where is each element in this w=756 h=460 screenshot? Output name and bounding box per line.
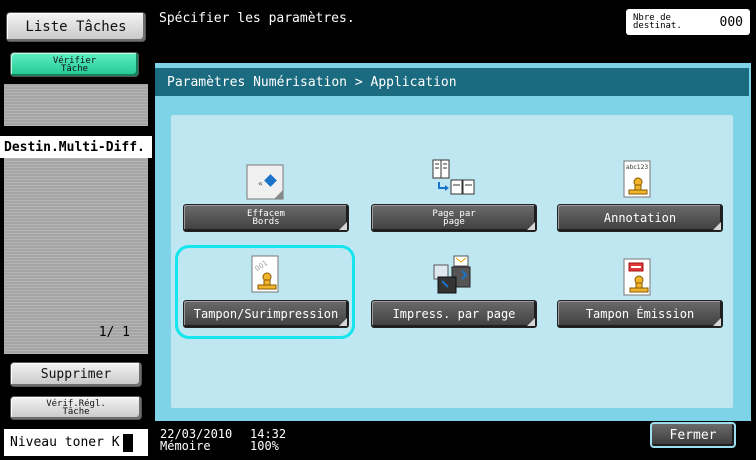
- destination-count-value: 000: [719, 14, 743, 30]
- toner-level-indicator: Niveau toner K: [4, 429, 148, 456]
- left-panel-top-area: [4, 84, 148, 126]
- stamp-overlay-icon: 001: [251, 255, 279, 293]
- multi-destination-label: Destin.Multi-Diff.: [0, 136, 152, 158]
- check-job-settings-button[interactable]: Vérif.Régl. Tâche: [10, 396, 142, 420]
- left-panel: Liste Tâches Vérifier Tâche Destin.Multi…: [0, 0, 152, 460]
- page-by-page-label-2: page: [443, 217, 465, 227]
- check-task-label-2: Tâche: [60, 63, 89, 74]
- destination-count-label: Nbre de destinat.: [633, 14, 682, 31]
- toner-bar: [122, 433, 133, 452]
- page-by-page-button[interactable]: Page par page: [371, 204, 537, 232]
- destination-count-box: Nbre de destinat. 000: [626, 9, 750, 35]
- check-settings-label-2: Tâche: [62, 407, 90, 417]
- memory-value: 100%: [250, 439, 279, 453]
- task-list-button[interactable]: Liste Tâches: [6, 12, 146, 42]
- edge-erase-button[interactable]: Effacem Bords: [183, 204, 349, 232]
- status-bar: 22/03/2010 14:32 Mémoire 100%: [160, 428, 286, 452]
- annotation-button[interactable]: Annotation: [557, 204, 723, 232]
- destination-count-label-2: destinat.: [633, 21, 682, 31]
- svg-text:«: «: [258, 179, 263, 188]
- memory-label: Mémoire: [160, 439, 211, 453]
- page-print-icon: [433, 255, 471, 294]
- toner-color-label: K: [111, 435, 120, 450]
- stamp-emission-icon: [623, 258, 651, 296]
- annotation-stamp-icon: abc123: [623, 160, 651, 198]
- print-per-page-button[interactable]: Impress. par page: [371, 300, 537, 328]
- stamp-emission-button[interactable]: Tampon Émission: [557, 300, 723, 328]
- edge-erase-icon: «: [246, 164, 284, 200]
- edge-erase-label-2: Bords: [252, 217, 280, 227]
- toner-level-label: Niveau toner: [10, 435, 104, 450]
- page-split-icon: [432, 159, 475, 195]
- page-counter: 1/ 1: [98, 325, 130, 340]
- check-task-button[interactable]: Vérifier Tâche: [10, 52, 139, 77]
- delete-button[interactable]: Supprimer: [10, 362, 142, 387]
- stamp-overlay-button[interactable]: Tampon/Surimpression: [183, 300, 349, 328]
- annotation-sample-text: abc123: [626, 164, 648, 171]
- breadcrumb: Paramètres Numérisation > Application: [155, 68, 749, 96]
- instruction-message: Spécifier les paramètres.: [159, 11, 355, 26]
- close-button[interactable]: Fermer: [650, 422, 736, 448]
